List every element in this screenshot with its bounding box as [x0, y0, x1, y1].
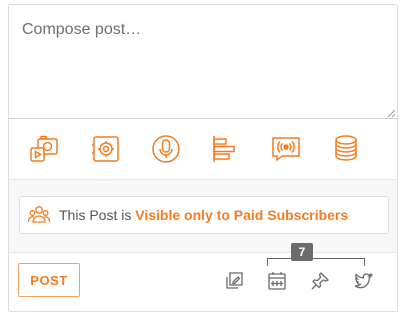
pin-icon — [311, 272, 330, 290]
add-vault-media-button[interactable] — [89, 132, 123, 166]
coins-icon — [335, 135, 357, 161]
calendar-icon — [268, 272, 286, 290]
twitter-icon — [354, 272, 373, 289]
record-voice-button[interactable] — [149, 132, 183, 166]
resize-grip-icon[interactable] — [387, 109, 395, 117]
visibility-prefix: This Post is — [59, 207, 136, 223]
pin-button[interactable] — [309, 270, 331, 292]
count-badge: 7 — [291, 243, 313, 261]
add-price-button[interactable] — [329, 132, 363, 166]
go-live-button[interactable] — [269, 132, 303, 166]
vault-icon — [92, 136, 119, 162]
schedule-button[interactable] — [266, 270, 288, 292]
add-photo-video-button[interactable] — [27, 132, 61, 166]
twitter-share-button[interactable] — [352, 270, 374, 292]
visibility-section: This Post is Visible only to Paid Subscr… — [9, 179, 397, 253]
add-poll-button[interactable] — [209, 132, 243, 166]
visibility-link[interactable]: Visible only to Paid Subscribers — [135, 207, 348, 223]
poll-icon — [213, 136, 235, 162]
compose-post-textarea[interactable] — [9, 5, 397, 119]
queue-icon — [226, 272, 243, 289]
visibility-notice: This Post is Visible only to Paid Subscr… — [19, 196, 389, 234]
queue-button[interactable] — [223, 270, 245, 292]
photo-video-icon — [30, 135, 58, 162]
media-toolbar — [9, 120, 397, 178]
microphone-icon — [152, 135, 180, 163]
post-button[interactable]: POST — [18, 263, 80, 297]
visibility-text: This Post is Visible only to Paid Subscr… — [59, 207, 348, 223]
schedule-bracket — [267, 258, 365, 266]
live-broadcast-icon — [272, 137, 300, 162]
users-icon — [28, 206, 50, 223]
